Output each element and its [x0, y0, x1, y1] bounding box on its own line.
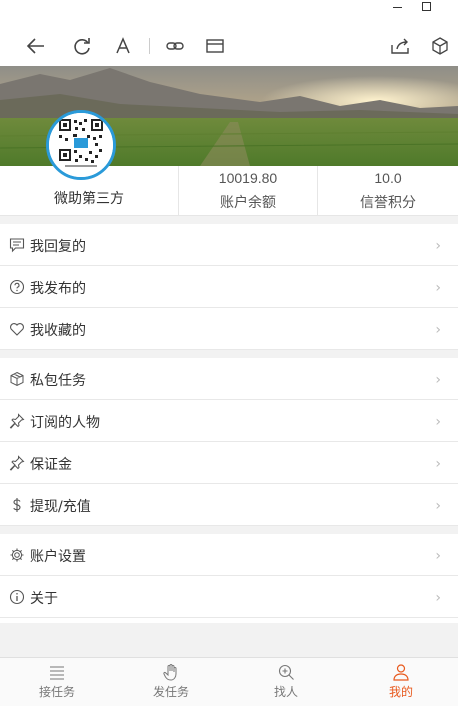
menu-item-my-posts[interactable]: 我发布的 ›: [0, 266, 458, 308]
refresh-icon[interactable]: [71, 35, 93, 57]
menu-item-my-favorites[interactable]: 我收藏的 ›: [0, 308, 458, 350]
app-toolbar: [0, 26, 458, 66]
tab-accept-tasks[interactable]: 接任务: [0, 658, 114, 706]
balance-value: 10019.80: [218, 170, 278, 186]
text-size-icon[interactable]: [112, 35, 134, 57]
minimize-button[interactable]: [393, 7, 402, 8]
back-arrow-icon[interactable]: [25, 35, 47, 57]
person-icon: [392, 663, 410, 681]
bottom-tab-bar: 接任务 发任务 找人 我的: [0, 657, 458, 706]
link-icon[interactable]: [164, 35, 186, 57]
menu-item-label: 我发布的: [30, 281, 86, 297]
menu-item-account-settings[interactable]: 账户设置 ›: [0, 534, 458, 576]
pin-icon: [9, 455, 25, 471]
dollar-icon: [9, 497, 25, 513]
list-icon: [48, 663, 66, 681]
menu-item-label: 账户设置: [30, 549, 86, 565]
credit-value: 10.0: [374, 170, 402, 186]
menu-item-subscribed-people[interactable]: 订阅的人物 ›: [0, 400, 458, 442]
menu-item-label: 关于: [30, 591, 58, 607]
tab-label: 接任务: [38, 685, 75, 699]
username: 微助第三方: [54, 191, 124, 207]
menu-item-deposit[interactable]: 保证金 ›: [0, 442, 458, 484]
tab-label: 找人: [273, 685, 298, 699]
menu-item-label: 我回复的: [30, 239, 86, 255]
menu-item-label: 订阅的人物: [30, 415, 100, 431]
info-icon: [9, 589, 25, 605]
chevron-right-icon: ›: [435, 280, 441, 296]
tab-post-task[interactable]: 发任务: [114, 658, 228, 706]
balance-label: 账户余额: [220, 195, 276, 211]
question-circle-icon: [9, 279, 25, 295]
tab-mine[interactable]: 我的: [344, 658, 458, 706]
chevron-right-icon: ›: [435, 372, 441, 388]
chevron-right-icon: ›: [435, 548, 441, 564]
credit-stat[interactable]: 10.0 信誉积分: [317, 166, 458, 216]
profile-summary: 微助第三方 10019.80 账户余额 10.0 信誉积分: [0, 166, 458, 216]
section-gap: [0, 526, 458, 534]
toolbar-divider: [149, 38, 150, 54]
heart-icon: [9, 321, 25, 337]
chevron-right-icon: ›: [435, 414, 441, 430]
chevron-right-icon: ›: [435, 322, 441, 338]
box-icon[interactable]: [429, 35, 451, 57]
menu-item-about[interactable]: 关于 ›: [0, 576, 458, 618]
menu-list: 我回复的 › 我发布的 › 我收藏的 › 私包任务 › 订阅的人物 › 保证金 …: [0, 216, 458, 618]
comment-icon: [9, 237, 25, 253]
empty-area: [0, 623, 458, 657]
menu-item-label: 我收藏的: [30, 323, 86, 339]
hand-icon: [162, 663, 180, 681]
tab-find-people[interactable]: 找人: [229, 658, 343, 706]
menu-item-my-replies[interactable]: 我回复的 ›: [0, 224, 458, 266]
credit-label: 信誉积分: [360, 195, 416, 211]
chevron-right-icon: ›: [435, 590, 441, 606]
menu-item-label: 私包任务: [30, 373, 86, 389]
menu-item-label: 提现/充值: [30, 499, 91, 515]
search-plus-icon: [277, 663, 295, 681]
maximize-button[interactable]: [422, 2, 431, 11]
pin-icon: [9, 413, 25, 429]
section-gap: [0, 350, 458, 358]
gear-icon: [9, 547, 25, 563]
package-icon: [9, 371, 25, 387]
tab-label: 我的: [388, 685, 413, 699]
share-icon[interactable]: [389, 35, 411, 57]
menu-item-withdraw-recharge[interactable]: 提现/充值 ›: [0, 484, 458, 526]
window-controls: [0, 0, 458, 14]
menu-item-private-tasks[interactable]: 私包任务 ›: [0, 358, 458, 400]
chevron-right-icon: ›: [435, 498, 441, 514]
menu-item-label: 保证金: [30, 457, 72, 473]
chevron-right-icon: ›: [435, 456, 441, 472]
card-icon[interactable]: [204, 35, 226, 57]
tab-label: 发任务: [152, 685, 189, 699]
chevron-right-icon: ›: [435, 238, 441, 254]
balance-stat[interactable]: 10019.80 账户余额: [178, 166, 317, 216]
section-gap: [0, 216, 458, 224]
